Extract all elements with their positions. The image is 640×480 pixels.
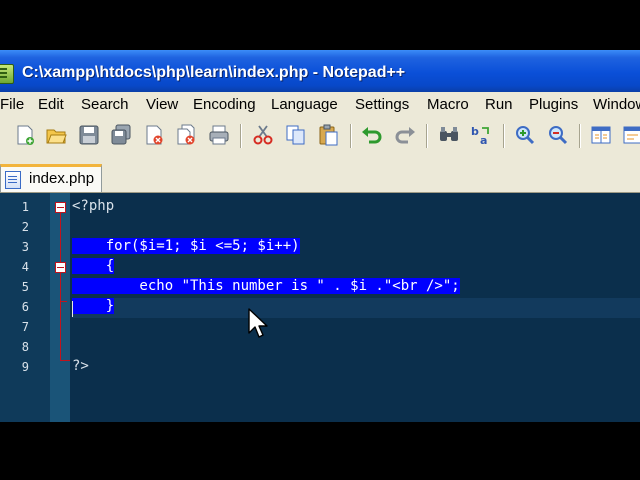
menu-edit[interactable]: Edit	[38, 96, 64, 113]
line-number: 2	[21, 220, 29, 234]
line-number: 7	[21, 320, 29, 334]
new-file-icon[interactable]	[14, 124, 36, 146]
notepadpp-window: C:\xampp\htdocs\php\learn\index.php - No…	[0, 50, 640, 422]
window-title: C:\xampp\htdocs\php\learn\index.php - No…	[22, 64, 406, 81]
zoom-in-icon[interactable]	[514, 124, 536, 146]
line-number: 3	[21, 240, 29, 254]
code-line-selected: for($i=1; $i <=5; $i++)	[72, 238, 300, 254]
title-bar[interactable]: C:\xampp\htdocs\php\learn\index.php - No…	[0, 50, 640, 92]
file-icon	[5, 171, 21, 189]
open-file-icon[interactable]	[45, 124, 67, 146]
zoom-out-icon[interactable]	[547, 124, 569, 146]
menu-search[interactable]: Search	[81, 96, 129, 113]
line-number: 9	[21, 360, 29, 374]
toolbar: ba	[0, 116, 640, 159]
fold-toggle-php-block[interactable]	[55, 202, 66, 213]
save-all-icon[interactable]	[110, 124, 132, 146]
menu-run[interactable]: Run	[485, 96, 513, 113]
close-icon[interactable]	[143, 124, 165, 146]
menu-plugins[interactable]: Plugins	[529, 96, 578, 113]
code-line-selected: }	[72, 298, 115, 314]
tab-bar: index.php	[0, 158, 640, 193]
fold-end-for-block	[60, 301, 67, 302]
code-line: <?php	[72, 198, 115, 214]
paste-icon[interactable]	[317, 124, 339, 146]
menu-settings[interactable]: Settings	[355, 96, 409, 113]
copy-icon[interactable]	[285, 124, 307, 146]
menu-encoding[interactable]: Encoding	[193, 96, 256, 113]
menu-language[interactable]: Language	[271, 96, 338, 113]
wrap-icon[interactable]	[622, 124, 640, 146]
line-number: 5	[21, 280, 29, 294]
mouse-pointer-icon	[248, 308, 268, 338]
fold-end-php-block	[60, 360, 70, 361]
svg-text:a: a	[480, 134, 487, 146]
print-icon[interactable]	[208, 124, 230, 146]
menu-window[interactable]: Window	[593, 96, 640, 113]
close-all-icon[interactable]	[175, 124, 197, 146]
menu-file[interactable]: File	[0, 96, 24, 113]
redo-icon[interactable]	[394, 124, 416, 146]
code-editor[interactable]: 1 2 3 4 5 6 7 8 9 <?php for($i=1; $i <=5…	[0, 193, 640, 422]
svg-text:b: b	[471, 125, 479, 138]
cut-icon[interactable]	[252, 124, 274, 146]
undo-icon[interactable]	[361, 124, 383, 146]
menu-macro[interactable]: Macro	[427, 96, 469, 113]
current-line-highlight	[72, 298, 640, 318]
find-icon[interactable]	[438, 124, 460, 146]
line-number-gutter: 1 2 3 4 5 6 7 8 9	[0, 193, 50, 422]
line-number: 1	[21, 200, 29, 214]
line-number: 8	[21, 340, 29, 354]
code-line: ?>	[72, 358, 89, 374]
notepadpp-app-icon[interactable]	[0, 64, 14, 84]
code-line-selected: {	[72, 258, 115, 274]
text-caret	[72, 301, 73, 317]
tab-label: index.php	[29, 170, 95, 187]
fold-toggle-for-block[interactable]	[55, 262, 66, 273]
menu-view[interactable]: View	[146, 96, 178, 113]
sync-scroll-icon[interactable]	[590, 124, 612, 146]
code-area[interactable]: <?php for($i=1; $i <=5; $i++) { echo "Th…	[72, 193, 640, 422]
menu-bar: File Edit Search View Encoding Language …	[0, 92, 640, 116]
code-line-selected: echo "This number is " . $i ."<br />";	[72, 278, 460, 294]
tab-index-php[interactable]: index.php	[0, 164, 102, 192]
line-number: 4	[21, 260, 29, 274]
fold-line-php-block	[60, 213, 61, 360]
save-icon[interactable]	[78, 124, 100, 146]
replace-icon[interactable]: ba	[470, 124, 492, 146]
line-number: 6	[21, 300, 29, 314]
